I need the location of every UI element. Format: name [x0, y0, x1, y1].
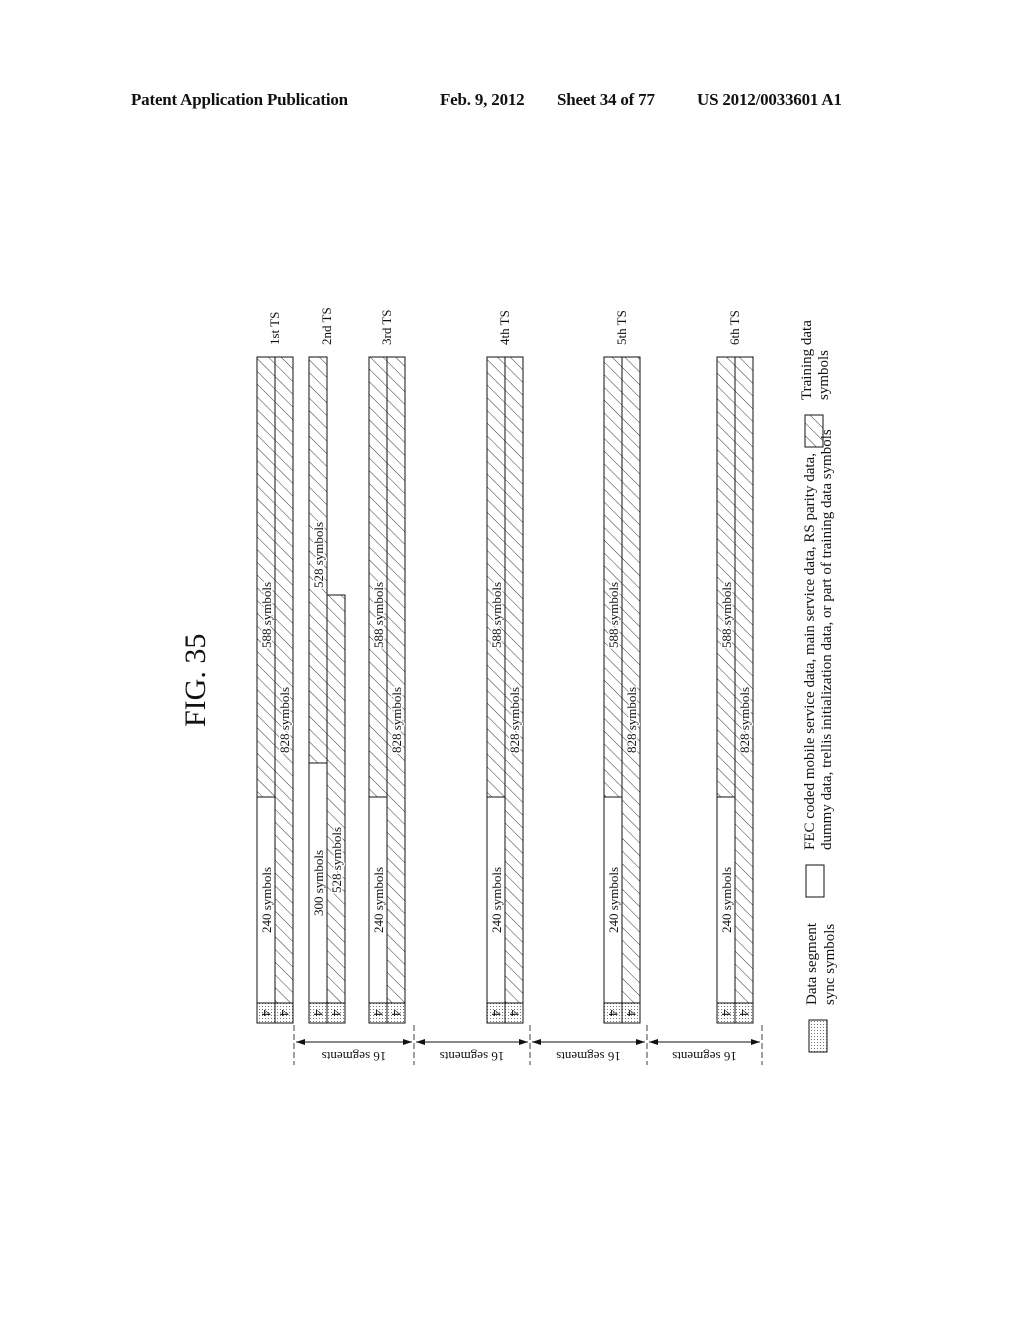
figure-title: FIG. 35 [179, 634, 212, 727]
segment-span: 16 segments [649, 1039, 760, 1064]
training-symbols-block [256, 356, 276, 798]
ts-row: 240 symbols 588 symbols 4 [368, 356, 388, 1024]
training-symbols-block [274, 356, 294, 1004]
sync-count-label: 4 [371, 1010, 386, 1017]
training-symbols-label: 588 symbols [489, 582, 504, 648]
training-symbols-label: 828 symbols [389, 687, 404, 753]
ts-row: 300 symbols 528 symbols 4 [308, 356, 328, 1024]
legend-training-label: Training data [799, 320, 815, 400]
data-symbols-label: 300 symbols [311, 850, 326, 916]
legend: Data segment sync symbols FEC coded mobile… [799, 320, 838, 1053]
segment-span: 16 segments [532, 1039, 645, 1064]
training-symbols-block [386, 356, 406, 1004]
training-symbols-block [368, 356, 388, 798]
sync-count-label: 4 [259, 1010, 274, 1017]
ts-row: 240 symbols 588 symbols 4 [486, 356, 506, 1024]
transmission-slot-6: 6th TS240 symbols588 symbols4828 symbols… [716, 310, 754, 1024]
training-symbols-block [716, 356, 736, 798]
ts-label: 5th TS [614, 310, 629, 345]
ts-row: 828 symbols 4 [274, 356, 294, 1024]
ts-row: 528 symbols 4 [326, 594, 346, 1024]
legend-sync-swatch [808, 1019, 828, 1053]
legend-sync-label: Data segment [804, 922, 820, 1005]
sync-count-label: 4 [389, 1010, 404, 1017]
sync-count-label: 4 [624, 1010, 639, 1017]
training-symbols-label: 528 symbols [329, 827, 344, 893]
training-symbols-block [504, 356, 524, 1004]
segment-span: 16 segments [296, 1039, 412, 1064]
ts-label: 2nd TS [319, 307, 334, 345]
fig35-diagram: FIG. 35 1st TS240 symbols588 symbols4828… [179, 307, 838, 1065]
ts-label: 4th TS [497, 310, 512, 345]
sync-count-label: 4 [507, 1010, 522, 1017]
training-symbols-block [603, 356, 623, 798]
sync-count-label: 4 [719, 1010, 734, 1017]
ts-row: 828 symbols 4 [621, 356, 641, 1024]
training-symbols-label: 828 symbols [624, 687, 639, 753]
transmission-slot-1: 1st TS240 symbols588 symbols4828 symbols… [256, 312, 294, 1024]
segment-label: 16 segments [322, 1049, 387, 1064]
sync-count-label: 4 [489, 1010, 504, 1017]
ts-row: 828 symbols 4 [386, 356, 406, 1024]
transmission-slot-4: 4th TS240 symbols588 symbols4828 symbols… [486, 310, 524, 1024]
data-symbols-label: 240 symbols [371, 867, 386, 933]
training-symbols-label: 828 symbols [277, 687, 292, 753]
ts-label: 3rd TS [379, 309, 394, 345]
segment-label: 16 segments [440, 1049, 505, 1064]
ts-row: 240 symbols 588 symbols 4 [716, 356, 736, 1024]
sync-count-label: 4 [329, 1010, 344, 1017]
training-symbols-label: 828 symbols [737, 687, 752, 753]
ts-row: 240 symbols 588 symbols 4 [256, 356, 276, 1024]
training-symbols-label: 588 symbols [606, 582, 621, 648]
training-symbols-block [486, 356, 506, 798]
data-symbols-label: 240 symbols [259, 867, 274, 933]
sync-count-label: 4 [277, 1010, 292, 1017]
legend-training-label: symbols [816, 350, 832, 400]
legend-training-swatch [804, 414, 824, 448]
data-symbols-label: 240 symbols [606, 867, 621, 933]
training-symbols-block [326, 594, 346, 1004]
ts-row: 240 symbols 588 symbols 4 [603, 356, 623, 1024]
ts-row: 828 symbols 4 [504, 356, 524, 1024]
segment-span: 16 segments [416, 1039, 528, 1064]
training-symbols-label: 588 symbols [719, 582, 734, 648]
training-symbols-label: 588 symbols [259, 582, 274, 648]
segment-label: 16 segments [556, 1049, 621, 1064]
transmission-slot-2: 2nd TS300 symbols528 symbols4528 symbols… [308, 307, 346, 1024]
training-symbols-block [621, 356, 641, 1004]
data-symbols-label: 240 symbols [489, 867, 504, 933]
legend-data-label: FEC coded mobile service data, main serv… [802, 453, 818, 850]
legend-sync-label: sync symbols [822, 924, 838, 1005]
training-symbols-label: 528 symbols [311, 522, 326, 588]
training-symbols-block [734, 356, 754, 1004]
data-symbols-label: 240 symbols [719, 867, 734, 933]
ts-label: 1st TS [267, 312, 282, 345]
transmission-slot-5: 5th TS240 symbols588 symbols4828 symbols… [603, 310, 641, 1024]
sync-count-label: 4 [737, 1010, 752, 1017]
training-symbols-label: 588 symbols [371, 582, 386, 648]
transmission-slot-3: 3rd TS240 symbols588 symbols4828 symbols… [368, 309, 406, 1024]
segment-label: 16 segments [672, 1049, 737, 1064]
sync-count-label: 4 [606, 1010, 621, 1017]
sync-count-label: 4 [311, 1010, 326, 1017]
legend-data-label: dummy data, trellis initialization data,… [819, 429, 835, 850]
legend-data-swatch [805, 864, 825, 898]
training-symbols-label: 828 symbols [507, 687, 522, 753]
ts-label: 6th TS [727, 310, 742, 345]
ts-row: 828 symbols 4 [734, 356, 754, 1024]
